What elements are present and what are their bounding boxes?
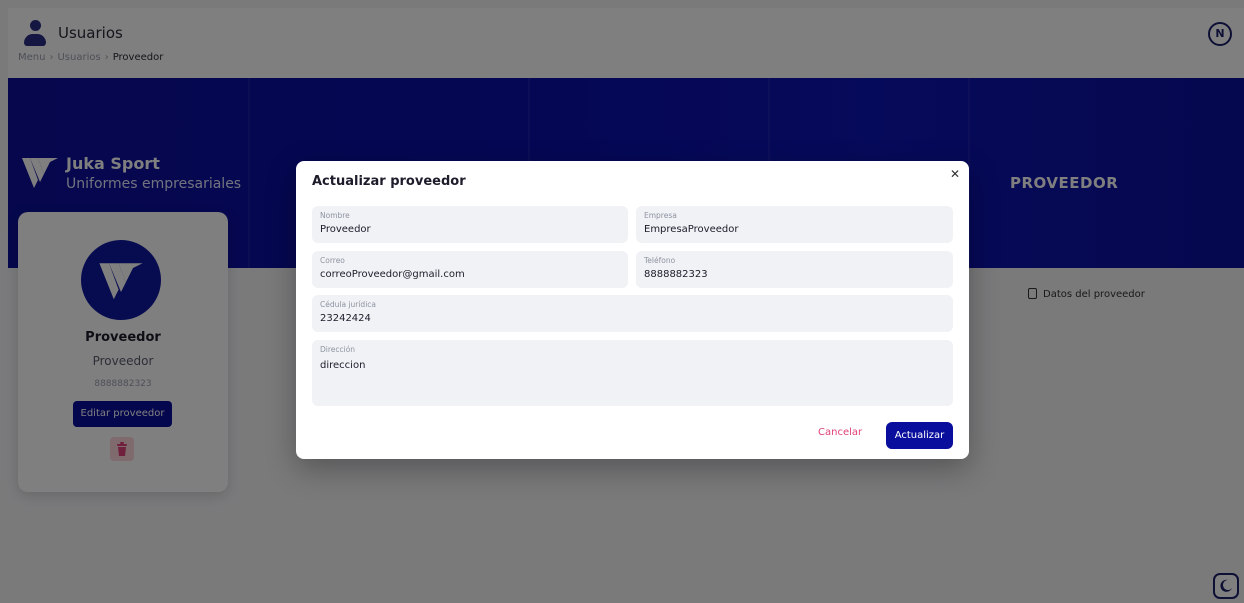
correo-field[interactable]: Correo correoProveedor@gmail.com: [312, 251, 628, 288]
cedula-label: Cédula jurídica: [320, 300, 376, 309]
telefono-field[interactable]: Teléfono 8888882323: [636, 251, 953, 288]
direccion-field[interactable]: Dirección direccion: [312, 340, 953, 406]
empresa-input[interactable]: EmpresaProveedor: [644, 224, 929, 235]
empresa-field[interactable]: Empresa EmpresaProveedor: [636, 206, 953, 243]
telefono-label: Teléfono: [644, 256, 676, 265]
direccion-textarea[interactable]: direccion: [320, 360, 897, 371]
correo-label: Correo: [320, 256, 345, 265]
cedula-field[interactable]: Cédula jurídica 23242424: [312, 295, 953, 332]
correo-input[interactable]: correoProveedor@gmail.com: [320, 269, 604, 280]
update-provider-modal: Actualizar proveedor ✕ Nombre Proveedor …: [296, 161, 969, 459]
close-icon[interactable]: ✕: [948, 167, 962, 181]
nombre-field[interactable]: Nombre Proveedor: [312, 206, 628, 243]
modal-title: Actualizar proveedor: [312, 174, 466, 189]
nombre-label: Nombre: [320, 211, 350, 220]
nombre-input[interactable]: Proveedor: [320, 224, 604, 235]
cedula-input[interactable]: 23242424: [320, 313, 897, 324]
telefono-input[interactable]: 8888882323: [644, 269, 929, 280]
update-button[interactable]: Actualizar: [886, 422, 953, 449]
direccion-label: Dirección: [320, 345, 356, 354]
empresa-label: Empresa: [644, 211, 677, 220]
cancel-button[interactable]: Cancelar: [818, 427, 862, 438]
